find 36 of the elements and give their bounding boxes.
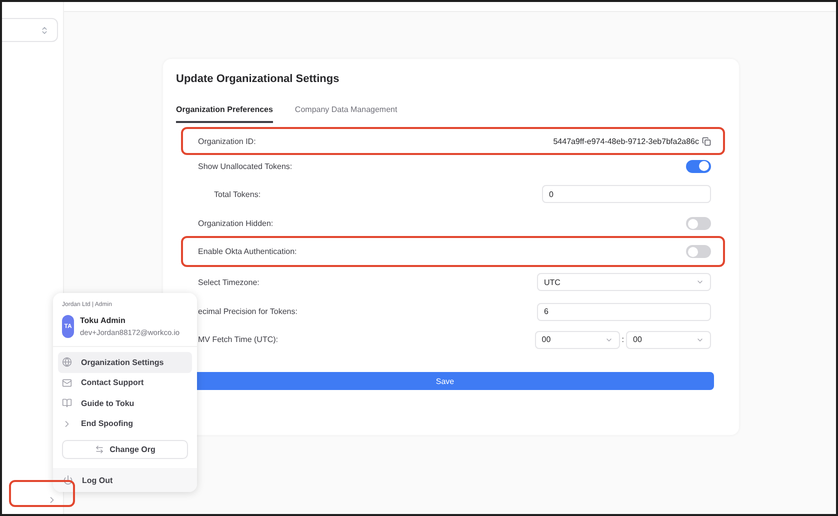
input-field[interactable]: 0 bbox=[542, 185, 711, 203]
copy-icon[interactable] bbox=[702, 136, 711, 146]
toggle-switch[interactable] bbox=[686, 245, 711, 258]
tab[interactable]: Company Data Management bbox=[294, 105, 398, 123]
mail-icon bbox=[62, 378, 72, 388]
field-label: Total Tokens: bbox=[214, 190, 261, 198]
toggle-switch[interactable] bbox=[686, 217, 711, 230]
organization-select[interactable] bbox=[2, 18, 58, 42]
menu-item[interactable]: Organization Settings bbox=[58, 352, 192, 372]
globe-icon bbox=[62, 357, 72, 368]
book-icon bbox=[62, 398, 72, 408]
field-label: Organization ID: bbox=[198, 136, 256, 146]
timezone-select[interactable]: UTC bbox=[537, 273, 711, 291]
input-field[interactable]: 6 bbox=[537, 302, 711, 320]
toggle-switch[interactable] bbox=[686, 160, 711, 172]
field-label: Show Unallocated Tokens: bbox=[198, 162, 292, 170]
field-label: Enable Okta Authentication: bbox=[198, 247, 297, 256]
chevrons-up-down-icon bbox=[40, 26, 49, 34]
field-label: Organization Hidden: bbox=[198, 219, 274, 228]
user-name: Toku Admin bbox=[80, 316, 126, 325]
menu-item[interactable]: End Spoofing bbox=[58, 414, 192, 434]
field-label: Select Timezone: bbox=[198, 278, 260, 286]
minute-select[interactable]: 00 bbox=[626, 330, 711, 348]
change-org-button[interactable]: Change Org bbox=[62, 440, 188, 459]
menu-item[interactable]: Guide to Toku bbox=[58, 393, 192, 414]
field-label: ecimal Precision for Tokens: bbox=[198, 307, 298, 316]
chevron-down-icon bbox=[696, 278, 704, 286]
tab[interactable]: Organization Preferences bbox=[176, 105, 273, 123]
log-out-item[interactable]: Log Out bbox=[53, 468, 197, 492]
card-title: Update Organizational Settings bbox=[176, 73, 340, 85]
hour-select[interactable]: 00 bbox=[534, 330, 620, 348]
swap-arrows-icon bbox=[94, 445, 104, 454]
organization-id: 5447a9ff-e974-48eb-9712-3eb7bfa2a86c bbox=[553, 136, 699, 146]
power-icon bbox=[63, 475, 73, 485]
time-separator: : bbox=[622, 335, 624, 344]
field-label: MV Fetch Time (UTC): bbox=[198, 335, 278, 344]
